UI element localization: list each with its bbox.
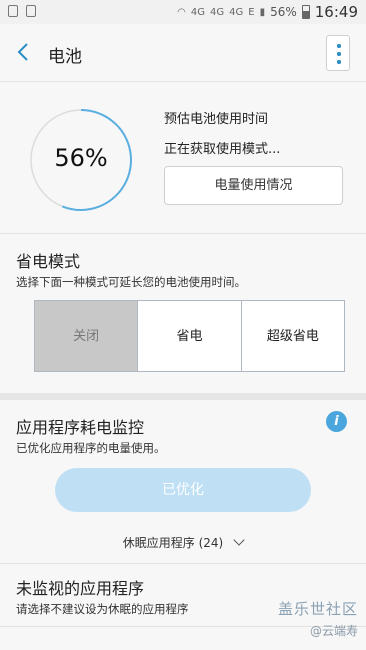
wifi-icon: ◠ [177, 6, 186, 18]
optimized-button[interactable]: 已优化 [55, 468, 311, 512]
battery-percent: 56% [270, 5, 297, 19]
info-icon[interactable]: i [326, 411, 347, 432]
status-bar: ◠ 4G 4G 4G E ▮ 56% 16:49 [0, 0, 366, 24]
nfc-icon [8, 5, 18, 17]
battery-percent-display: 56% [54, 144, 108, 172]
signal-icon: ▮ [259, 6, 266, 18]
page-title: 电池 [48, 47, 82, 67]
more-dot [337, 44, 341, 48]
mode-ultra-power-saving[interactable]: 超级省电 [242, 301, 344, 371]
divider [0, 563, 366, 564]
divider [0, 233, 366, 234]
more-dot [337, 52, 341, 56]
network-4g-label: 4G [210, 6, 225, 18]
watermark-community: 盖乐世社区 [277, 600, 358, 618]
unmonitored-title[interactable]: 未监视的应用程序 [16, 575, 144, 599]
network-4g-label: 4G [229, 6, 244, 18]
mode-power-saving[interactable]: 省电 [138, 301, 242, 371]
carrier-mark: E [248, 6, 255, 18]
section-separator [0, 393, 366, 400]
usage-status: 正在获取使用模式... [164, 142, 281, 157]
estimate-label: 预估电池使用时间 [164, 112, 269, 127]
battery-icon [301, 5, 310, 19]
power-mode-selector: 关闭 省电 超级省电 [34, 300, 345, 372]
battery-usage-button[interactable]: 电量使用情况 [164, 166, 343, 205]
sleeping-apps-label: 休眠应用程序 (24) [122, 536, 224, 550]
unmonitored-subtitle: 请选择不建议设为休眠的应用程序 [16, 602, 189, 616]
app-monitor-subtitle: 已优化应用程序的电量使用。 [16, 441, 166, 455]
watermark-author: @云端寿 [309, 624, 358, 638]
notification-icon [26, 5, 36, 17]
mode-off[interactable]: 关闭 [35, 301, 139, 371]
more-options-button[interactable] [326, 35, 350, 71]
power-saving-title: 省电模式 [16, 252, 81, 271]
sleeping-apps-toggle[interactable]: 休眠应用程序 (24) [0, 534, 366, 551]
app-bar: 电池 [0, 24, 366, 82]
clock: 16:49 [314, 3, 358, 21]
app-monitor-title: 应用程序耗电监控 [16, 418, 145, 437]
notification-icons [8, 5, 36, 17]
more-dot [337, 60, 341, 64]
status-icons: ◠ 4G 4G 4G E ▮ 56% 16:49 [177, 3, 358, 21]
power-saving-subtitle: 选择下面一种模式可延长您的电池使用时间。 [16, 275, 246, 289]
back-arrow-icon[interactable] [12, 40, 36, 64]
network-4g-label: 4G [190, 6, 205, 18]
chevron-down-icon [233, 534, 245, 546]
